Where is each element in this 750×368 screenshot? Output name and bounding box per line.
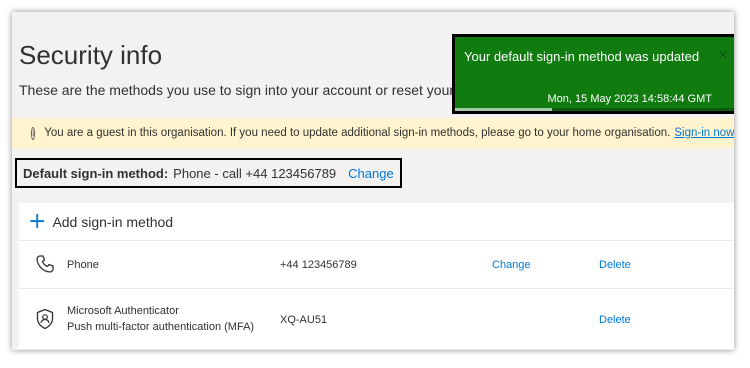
add-sign-in-method-label: Add sign-in method: [52, 213, 174, 230]
delete-phone-link[interactable]: Delete: [599, 259, 631, 271]
authenticator-icon: [35, 308, 55, 333]
info-icon: i: [31, 126, 36, 140]
change-phone-link[interactable]: Change: [492, 259, 531, 271]
add-sign-in-method-button[interactable]: + Add sign-in method: [19, 203, 734, 241]
security-info-window: Security info These are the methods you …: [12, 12, 734, 350]
toast-progress-bar: [455, 108, 734, 111]
method-name: Phone: [67, 259, 99, 271]
page-subtitle: These are the methods you use to sign in…: [19, 82, 522, 98]
guest-banner-text: You are a guest in this organisation. If…: [44, 127, 671, 139]
sign-in-methods-list: + Add sign-in method Phone +44 123456789…: [19, 203, 734, 350]
method-value: XQ-AU51: [280, 314, 328, 326]
delete-authenticator-link[interactable]: Delete: [599, 314, 631, 326]
page-title: Security info: [19, 40, 163, 70]
change-default-method-link[interactable]: Change: [348, 166, 394, 181]
method-name: Microsoft Authenticator: [67, 305, 179, 317]
default-method-label: Default sign-in method:: [23, 165, 169, 181]
phone-icon: [35, 254, 55, 277]
close-icon[interactable]: ×: [717, 47, 729, 63]
default-method-value: Phone - call +44 123456789: [173, 165, 337, 181]
sign-in-now-link[interactable]: Sign-in now.: [674, 127, 734, 139]
method-row-authenticator: Microsoft Authenticator Push multi-facto…: [19, 289, 734, 350]
toast-progress-fill: [455, 108, 552, 111]
toast-message: Your default sign-in method was updated: [464, 49, 700, 64]
method-detail: Push multi-factor authentication (MFA): [67, 321, 255, 333]
method-row-phone: Phone +44 123456789 Change Delete: [19, 241, 734, 289]
guest-banner: i You are a guest in this organisation. …: [12, 118, 734, 148]
default-sign-in-method: Default sign-in method: Phone - call +44…: [15, 158, 402, 188]
toast-body: Your default sign-in method was updated …: [455, 37, 734, 111]
toast-timestamp: Mon, 15 May 2023 14:58:44 GMT: [547, 93, 712, 105]
method-value: +44 123456789: [280, 259, 357, 271]
plus-icon: +: [28, 208, 47, 234]
notification-toast: Your default sign-in method was updated …: [452, 34, 734, 114]
